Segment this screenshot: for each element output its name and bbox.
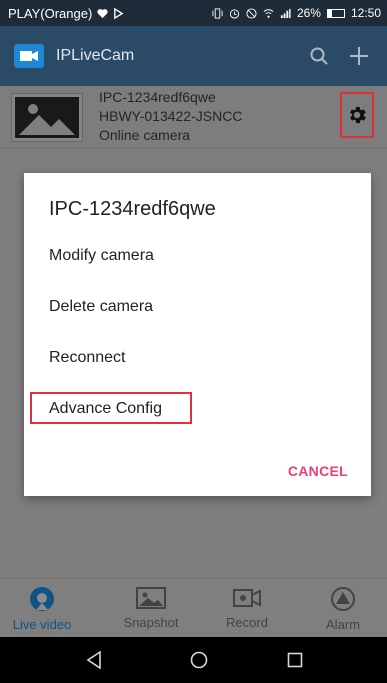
home-icon xyxy=(190,651,208,669)
search-icon xyxy=(310,47,328,65)
reconnect-option[interactable]: Reconnect xyxy=(49,349,126,367)
signal-icon xyxy=(280,8,291,18)
clock: 12:50 xyxy=(350,6,381,20)
system-nav-bar xyxy=(0,637,387,683)
back-button[interactable] xyxy=(82,648,106,672)
tab-live-video[interactable]: Live video xyxy=(2,579,82,638)
camera-settings-button[interactable] xyxy=(340,92,374,138)
app-bar: IPLiveCam xyxy=(0,26,387,86)
status-left: PLAY(Orange) xyxy=(8,6,124,21)
home-button[interactable] xyxy=(187,648,211,672)
bottom-nav: Live video Snapshot Record Alarm xyxy=(0,578,387,637)
modify-camera-option[interactable]: Modify camera xyxy=(49,247,154,265)
advance-config-option[interactable]: Advance Config xyxy=(49,400,162,418)
tab-record[interactable]: Record xyxy=(207,579,287,638)
record-icon xyxy=(233,589,261,607)
carrier-label: PLAY(Orange) xyxy=(8,5,93,21)
tab-live-video-label: Live video xyxy=(12,617,72,632)
tab-alarm-label: Alarm xyxy=(326,617,360,632)
tab-snapshot[interactable]: Snapshot xyxy=(111,579,191,638)
wifi-icon xyxy=(263,8,274,18)
notification-icon xyxy=(114,7,124,19)
dialog-title: IPC-1234redf6qwe xyxy=(49,198,216,220)
tab-alarm[interactable]: Alarm xyxy=(303,579,383,638)
heart-icon xyxy=(97,8,108,18)
camera-name: IPC-1234redf6qwe xyxy=(99,89,216,105)
image-placeholder-icon xyxy=(15,97,79,138)
alarm-icon xyxy=(331,587,355,611)
status-right: 26% 12:50 xyxy=(212,6,381,20)
gear-icon xyxy=(350,106,366,124)
status-bar: PLAY(Orange) 26% 12:50 xyxy=(0,0,387,26)
live-video-icon xyxy=(30,587,54,611)
camera-options-dialog: IPC-1234redf6qwe Modify camera Delete ca… xyxy=(24,173,371,496)
camera-thumbnail xyxy=(11,93,83,142)
back-icon xyxy=(86,651,101,669)
tab-snapshot-label: Snapshot xyxy=(123,615,179,630)
snapshot-icon xyxy=(136,587,166,609)
mute-icon xyxy=(246,7,257,19)
recents-button[interactable] xyxy=(283,648,307,672)
alarm-clock-icon xyxy=(229,8,240,19)
tab-record-label: Record xyxy=(226,615,268,630)
camera-list-item[interactable]: IPC-1234redf6qwe HBWY-013422-JSNCC Onlin… xyxy=(0,86,387,149)
camera-info: IPC-1234redf6qwe HBWY-013422-JSNCC Onlin… xyxy=(99,88,242,145)
camera-status: Online camera xyxy=(99,127,191,143)
plus-icon xyxy=(350,47,368,65)
battery-icon xyxy=(326,8,345,18)
app-title: IPLiveCam xyxy=(56,47,135,64)
add-camera-button[interactable] xyxy=(345,42,373,70)
delete-camera-option[interactable]: Delete camera xyxy=(49,298,153,316)
battery-percent: 26% xyxy=(296,6,321,20)
search-button[interactable] xyxy=(305,42,333,70)
battery-fill xyxy=(327,9,333,17)
camera-logo-icon xyxy=(14,44,44,68)
camera-uid: HBWY-013422-JSNCC xyxy=(99,108,243,124)
recents-icon xyxy=(287,652,303,668)
vibrate-icon xyxy=(212,7,223,19)
cancel-button[interactable]: CANCEL xyxy=(288,463,348,479)
